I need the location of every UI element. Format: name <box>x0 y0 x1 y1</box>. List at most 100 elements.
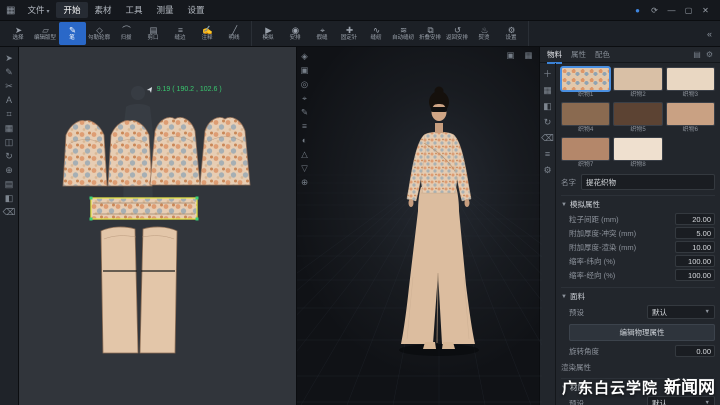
edit-physics-button[interactable]: 编辑物理属性 <box>569 324 715 341</box>
fabric-list-icon[interactable]: ≡ <box>541 149 555 160</box>
tool-reset-arrange[interactable]: ↺返回安排 <box>444 22 471 45</box>
material-section-header[interactable]: ▼ 材质 <box>561 378 715 393</box>
vp-view-icon[interactable]: ▣ <box>504 50 517 61</box>
property-value-input[interactable]: 10.00 <box>675 241 715 253</box>
refresh-fabric-icon[interactable]: ↻ <box>541 117 555 128</box>
rotation-angle-input[interactable]: 0.00 <box>675 345 715 357</box>
material-preset-select[interactable]: 默认 ▼ <box>647 396 715 405</box>
vp-gravity-icon[interactable]: ▽ <box>298 163 311 174</box>
vp-arrange-point-icon[interactable]: ◈ <box>298 51 311 62</box>
copy-fabric-icon[interactable]: ◧ <box>541 101 555 112</box>
pattern-piece-pant-right[interactable] <box>140 227 177 353</box>
tool-sim-settings[interactable]: ⚙设置 <box>498 22 525 45</box>
account-icon[interactable]: ● <box>629 4 646 17</box>
tool-sew[interactable]: ∿缝纫 <box>363 22 390 45</box>
pattern-piece-sleeve-right[interactable] <box>200 118 250 186</box>
tool-shrink[interactable]: ⌒归拔 <box>113 22 140 45</box>
fabric-swatch[interactable]: 织物6 <box>666 102 715 134</box>
pattern-2d-panel[interactable]: ➤ 9.19 ( 190.2 , 102.6 ) <box>19 47 297 405</box>
viewport-3d[interactable]: ◈ ▣ ◎ ⌖ ✎ ≡ ◐ △ ▽ ⊕ ▣ ▦ <box>297 47 539 405</box>
fabric-swatch[interactable]: 织物5 <box>613 102 662 134</box>
vp-grid-icon[interactable]: ▦ <box>522 50 535 61</box>
menu-start[interactable]: 开始 <box>56 2 87 18</box>
sync-icon[interactable]: ⟳ <box>646 4 663 17</box>
toolbar-collapse-icon[interactable]: « <box>701 21 718 46</box>
tool-simulate[interactable]: ▶模拟 <box>255 22 282 45</box>
menu-material[interactable]: 素材 <box>88 2 119 18</box>
vp-show-pattern-icon[interactable]: ▣ <box>298 65 311 76</box>
fabric-library-icon[interactable]: ▦ <box>541 85 555 96</box>
viewport-canvas[interactable] <box>297 47 542 405</box>
fabric-swatch[interactable]: 织物4 <box>561 102 610 134</box>
menu-file[interactable]: 文件▾ <box>20 2 56 18</box>
strip-text-icon[interactable]: A <box>2 95 16 106</box>
menu-measure[interactable]: 测量 <box>150 2 181 18</box>
property-value-input[interactable]: 20.00 <box>675 213 715 225</box>
fabric-swatch[interactable]: 织物7 <box>561 137 610 169</box>
strip-mirror-icon[interactable]: ◫ <box>2 137 16 148</box>
close-button[interactable]: ✕ <box>697 4 714 17</box>
vp-avatar-icon[interactable]: ◎ <box>298 79 311 90</box>
fabric-preset-select[interactable]: 默认 ▼ <box>647 305 715 319</box>
pattern-piece-pant-left[interactable] <box>101 227 138 353</box>
tab-colorway[interactable]: 配色 <box>595 47 610 62</box>
strip-rotate-icon[interactable]: ↻ <box>2 151 16 162</box>
tool-notch[interactable]: ▤剪口 <box>140 22 167 45</box>
pattern-canvas[interactable] <box>19 47 296 405</box>
tool-trace-outline[interactable]: ◇勾勒轮廓 <box>86 22 113 45</box>
tool-baste[interactable]: ⌖假缝 <box>309 22 336 45</box>
tool-seam-allowance[interactable]: ≡缝边 <box>167 22 194 45</box>
property-value-input[interactable]: 5.00 <box>675 227 715 239</box>
tab-fabric[interactable]: 物料 <box>547 47 562 62</box>
tool-arrange[interactable]: ◉安排 <box>282 22 309 45</box>
fabric-swatch[interactable]: 织物3 <box>666 67 715 99</box>
vp-seamline-icon[interactable]: ≡ <box>298 121 311 132</box>
menu-settings[interactable]: 设置 <box>181 2 212 18</box>
property-value-input[interactable]: 100.00 <box>675 269 715 281</box>
fabric-section-header[interactable]: ▼ 面料 <box>561 287 715 302</box>
strip-fill-icon[interactable]: ◧ <box>2 193 16 204</box>
strip-pen-icon[interactable]: ✎ <box>2 67 16 78</box>
strip-select-icon[interactable]: ➤ <box>2 53 16 64</box>
tab-attributes[interactable]: 属性 <box>571 47 586 62</box>
delete-fabric-icon[interactable]: ⌫ <box>541 133 555 144</box>
tool-edit-pattern[interactable]: ▱编辑版型 <box>32 22 59 45</box>
vp-zoom-icon[interactable]: ⊕ <box>298 177 311 188</box>
fabric-swatch[interactable]: 织物1 <box>561 67 610 99</box>
fabric-settings-icon[interactable]: ⚙ <box>541 165 555 176</box>
strip-grid-icon[interactable]: ▦ <box>2 123 16 134</box>
simulation-section-header[interactable]: ▼ 模拟属性 <box>561 195 715 210</box>
panel-list-icon[interactable]: ▤ <box>693 50 701 59</box>
tool-auto-sew[interactable]: ≋自动缝纫 <box>390 22 417 45</box>
menu-tools[interactable]: 工具 <box>119 2 150 18</box>
strip-layers-icon[interactable]: ▤ <box>2 179 16 190</box>
tool-pen[interactable]: ✎笔 <box>59 22 86 45</box>
tool-pin[interactable]: ✚固定针 <box>336 22 363 45</box>
tool-select[interactable]: ➤选择 <box>5 22 32 45</box>
tool-iron[interactable]: ♨熨烫 <box>471 22 498 45</box>
fabric-swatch[interactable]: 织物8 <box>613 137 662 169</box>
maximize-button[interactable]: ▢ <box>680 4 697 17</box>
pattern-piece-bodice-front[interactable] <box>63 121 107 186</box>
vp-render-icon[interactable]: ◐ <box>298 135 311 146</box>
vp-mesh-icon[interactable]: △ <box>298 149 311 160</box>
strip-zoom-icon[interactable]: ⊕ <box>2 165 16 176</box>
tool-annotate[interactable]: ✍注释 <box>194 22 221 45</box>
add-fabric-icon[interactable]: ＋ <box>541 69 555 80</box>
vp-pen3d-icon[interactable]: ✎ <box>298 107 311 118</box>
pattern-piece-waistband[interactable] <box>90 197 199 221</box>
pattern-piece-bodice-back[interactable] <box>108 121 152 186</box>
fabric-swatch[interactable]: 织物2 <box>613 67 662 99</box>
pattern-piece-sleeve-left[interactable] <box>150 118 200 186</box>
minimize-button[interactable]: — <box>663 4 680 17</box>
tool-fold-arrange[interactable]: ⧉折叠安排 <box>417 22 444 45</box>
app-logo-icon[interactable]: ▦ <box>6 5 15 16</box>
panel-settings-icon[interactable]: ⚙ <box>706 50 713 59</box>
tool-topstitch[interactable]: ╱明线 <box>221 22 248 45</box>
strip-scissors-icon[interactable]: ✂ <box>2 81 16 92</box>
property-value-input[interactable]: 100.00 <box>675 255 715 267</box>
vp-pin-icon[interactable]: ⌖ <box>298 93 311 104</box>
strip-eraser-icon[interactable]: ⌫ <box>2 207 16 218</box>
fabric-name-input[interactable]: 提花织物 <box>581 174 715 190</box>
strip-ruler-icon[interactable]: ⌗ <box>2 109 16 120</box>
